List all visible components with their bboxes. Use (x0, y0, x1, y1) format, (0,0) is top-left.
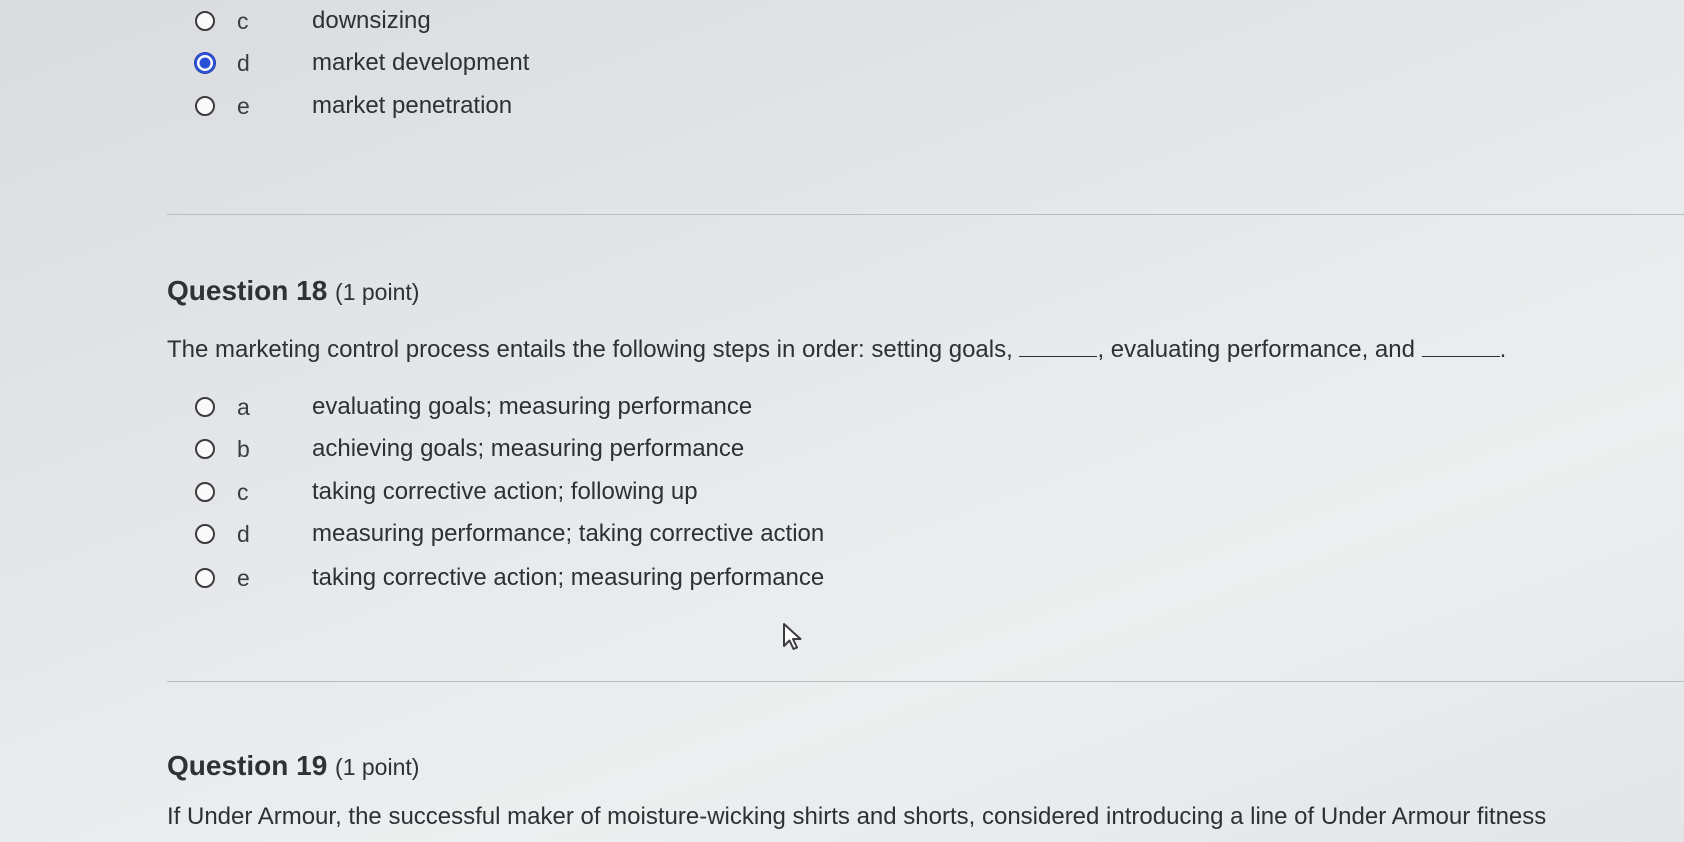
fill-blank (1019, 334, 1098, 357)
radio-button[interactable] (195, 397, 215, 417)
q18-option-c[interactable]: c taking corrective action; following up (195, 475, 698, 509)
question-text-part3: . (1499, 336, 1507, 363)
question-points: (1 point) (335, 754, 420, 780)
q18-option-a[interactable]: a evaluating goals; measuring performanc… (195, 390, 752, 424)
q18-option-b[interactable]: b achieving goals; measuring performance (195, 432, 744, 466)
option-letter: d (237, 49, 250, 76)
option-text: achieving goals; measuring performance (312, 435, 745, 462)
radio-button[interactable] (195, 96, 215, 116)
question-19-text: If Under Armour, the successful maker of… (167, 803, 1547, 830)
option-text: market penetration (312, 92, 513, 119)
q17-option-d[interactable]: d market development (195, 46, 529, 80)
q18-option-e[interactable]: e taking corrective action; measuring pe… (195, 561, 824, 595)
option-letter: c (237, 478, 249, 505)
option-text: downsizing (312, 7, 431, 34)
option-letter: e (237, 92, 250, 119)
option-text: taking corrective action; following up (312, 478, 698, 505)
option-letter: a (237, 393, 250, 420)
option-text: market development (312, 49, 530, 76)
fill-blank (1421, 334, 1500, 357)
question-18-text: The marketing control process entails th… (167, 334, 1506, 364)
question-title: Question 18 (167, 275, 328, 306)
radio-button[interactable] (195, 524, 215, 544)
option-text: taking corrective action; measuring perf… (312, 564, 825, 591)
option-text: evaluating goals; measuring performance (312, 393, 753, 420)
question-text-part2: , evaluating performance, and (1097, 336, 1415, 363)
question-points: (1 point) (335, 279, 420, 305)
question-text-part1: The marketing control process entails th… (167, 336, 1013, 363)
quiz-page: c downsizing d market development e mark… (0, 0, 1684, 842)
q17-option-e[interactable]: e market penetration (195, 89, 512, 123)
question-18-heading: Question 18 (1 point) (167, 275, 419, 307)
option-letter: c (237, 7, 249, 34)
option-letter: e (237, 564, 250, 591)
option-letter: b (237, 435, 250, 462)
radio-button[interactable] (195, 482, 215, 502)
question-title: Question 19 (167, 750, 328, 781)
option-letter: d (237, 520, 250, 547)
q18-option-d[interactable]: d measuring performance; taking correcti… (195, 517, 824, 551)
question-divider (167, 681, 1684, 682)
radio-button-selected[interactable] (195, 53, 215, 73)
mouse-pointer-icon (783, 623, 802, 650)
question-divider (167, 214, 1684, 215)
radio-button[interactable] (195, 439, 215, 459)
q17-option-c[interactable]: c downsizing (195, 4, 431, 38)
option-text: measuring performance; taking corrective… (312, 520, 825, 547)
radio-button[interactable] (195, 11, 215, 31)
radio-button[interactable] (195, 568, 215, 588)
question-19-heading: Question 19 (1 point) (167, 750, 419, 782)
